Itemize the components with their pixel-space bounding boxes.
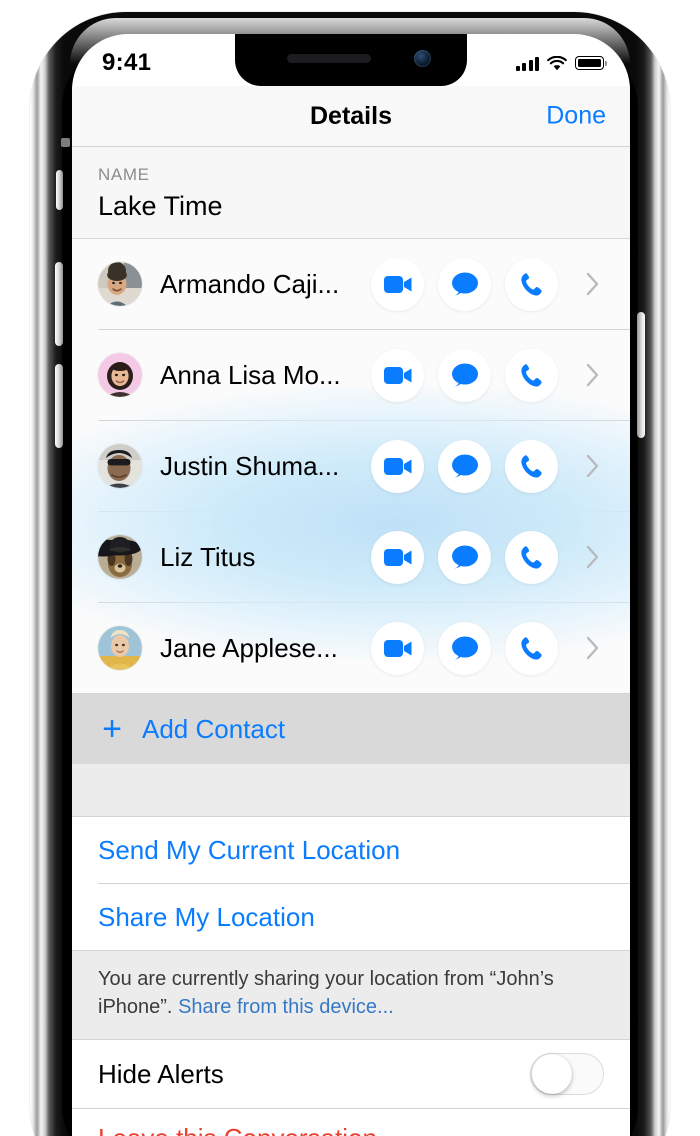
add-contact-button[interactable]: + Add Contact	[72, 694, 630, 764]
video-camera-icon[interactable]	[371, 257, 424, 311]
video-camera-icon[interactable]	[371, 439, 424, 493]
navigation-bar: Details Done	[72, 86, 630, 146]
contacts-list: Armando Caji... Anna Lisa Mo... Justin S…	[72, 239, 630, 693]
contact-actions	[371, 439, 608, 493]
message-bubble-icon[interactable]	[438, 530, 491, 584]
avatar	[98, 353, 142, 397]
contact-name: Anna Lisa Mo...	[160, 359, 341, 390]
battery-full-icon	[575, 56, 607, 70]
page-title: Details	[310, 101, 392, 130]
plus-icon: +	[102, 710, 122, 748]
video-camera-icon[interactable]	[371, 530, 424, 584]
message-bubble-icon[interactable]	[438, 257, 491, 311]
name-field-label: NAME	[98, 165, 150, 184]
mute-switch-indicator	[61, 138, 70, 147]
avatar	[98, 535, 142, 579]
share-from-this-device-link[interactable]: Share from this device...	[178, 996, 394, 1018]
table-row[interactable]: Armando Caji...	[72, 239, 630, 329]
contact-actions	[371, 257, 608, 311]
table-row[interactable]: Justin Shuma...	[72, 421, 630, 511]
chevron-right-icon[interactable]	[578, 545, 608, 569]
contact-name: Armando Caji...	[160, 268, 340, 299]
avatar	[98, 444, 142, 488]
contact-actions	[371, 530, 608, 584]
table-row[interactable]: Anna Lisa Mo...	[72, 330, 630, 420]
message-bubble-icon[interactable]	[438, 621, 491, 675]
mute-switch-button[interactable]	[56, 170, 63, 210]
toggle-knob	[532, 1054, 572, 1094]
phone-handset-icon[interactable]	[505, 621, 558, 675]
table-row[interactable]: Liz Titus	[72, 512, 630, 602]
avatar	[98, 262, 142, 306]
earpiece-speaker-icon	[287, 54, 371, 63]
contact-name: Jane Applese...	[160, 632, 338, 663]
cellular-bars-icon	[515, 56, 539, 71]
volume-up-button[interactable]	[55, 262, 63, 346]
contact-actions	[371, 621, 608, 675]
section-gap	[72, 764, 630, 816]
phone-handset-icon[interactable]	[505, 257, 558, 311]
status-bar-indicators	[515, 55, 607, 71]
add-contact-label: Add Contact	[142, 713, 286, 744]
phone-screen: 9:41 Details Done NAME Lake Time Armando…	[72, 34, 630, 1136]
status-bar-clock: 9:41	[102, 49, 152, 76]
hide-alerts-row[interactable]: Hide Alerts	[72, 1040, 630, 1108]
chevron-right-icon[interactable]	[578, 636, 608, 660]
phone-handset-icon[interactable]	[505, 530, 558, 584]
video-camera-icon[interactable]	[371, 348, 424, 402]
hide-alerts-label: Hide Alerts	[98, 1058, 224, 1089]
avatar	[98, 626, 142, 670]
video-camera-icon[interactable]	[371, 621, 424, 675]
done-button[interactable]: Done	[546, 102, 606, 131]
message-bubble-icon[interactable]	[438, 439, 491, 493]
device-notch	[235, 34, 467, 86]
chevron-right-icon[interactable]	[578, 272, 608, 296]
hide-alerts-toggle[interactable]	[530, 1053, 604, 1095]
side-power-button[interactable]	[637, 312, 645, 438]
name-field-value[interactable]: Lake Time	[98, 191, 604, 222]
message-bubble-icon[interactable]	[438, 348, 491, 402]
volume-down-button[interactable]	[55, 364, 63, 448]
contact-actions	[371, 348, 608, 402]
chevron-right-icon[interactable]	[578, 454, 608, 478]
screenshot-stage: 9:41 Details Done NAME Lake Time Armando…	[0, 0, 700, 1136]
group-name-section[interactable]: NAME Lake Time	[72, 147, 630, 238]
chevron-right-icon[interactable]	[578, 363, 608, 387]
contact-name: Liz Titus	[160, 541, 256, 572]
wifi-icon	[547, 55, 567, 70]
table-row[interactable]: Jane Applese...	[72, 603, 630, 693]
phone-handset-icon[interactable]	[505, 439, 558, 493]
contact-name: Justin Shuma...	[160, 450, 340, 481]
front-camera-icon	[414, 50, 431, 67]
details-content: NAME Lake Time Armando Caji... Anna Lisa…	[72, 146, 630, 1136]
phone-handset-icon[interactable]	[505, 348, 558, 402]
share-my-location-button[interactable]: Share My Location	[72, 884, 630, 950]
leave-conversation-button[interactable]: Leave this Conversation	[72, 1109, 630, 1136]
send-current-location-button[interactable]: Send My Current Location	[72, 817, 630, 883]
location-sharing-note: You are currently sharing your location …	[72, 951, 630, 1039]
